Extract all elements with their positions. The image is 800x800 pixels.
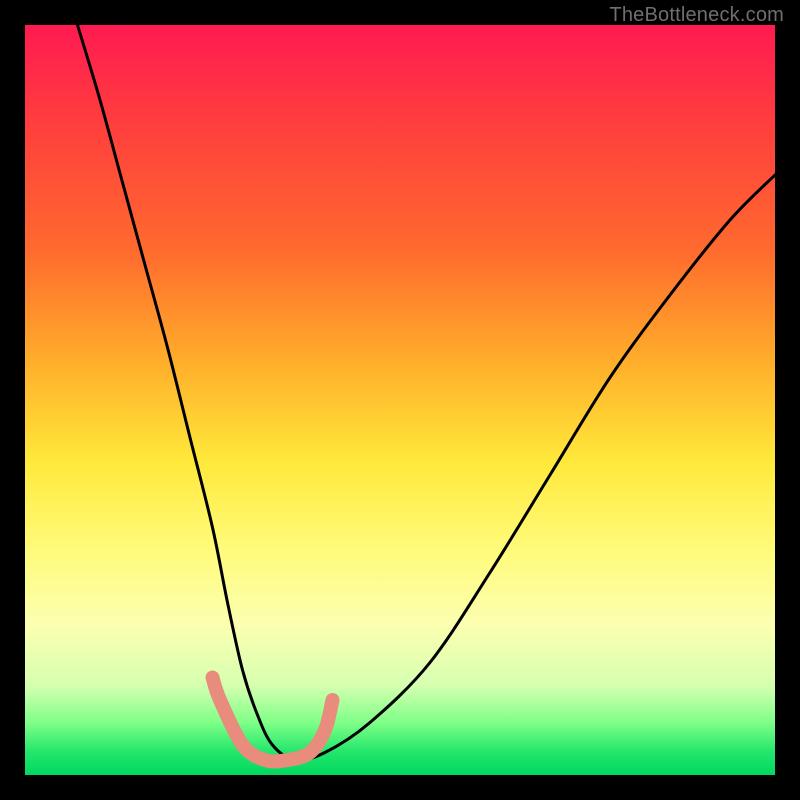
bottleneck-curve [78,25,776,760]
chart-svg [25,25,775,775]
chart-plot-area [25,25,775,775]
watermark-text: TheBottleneck.com [609,4,784,27]
bottleneck-range-markers [213,678,333,762]
